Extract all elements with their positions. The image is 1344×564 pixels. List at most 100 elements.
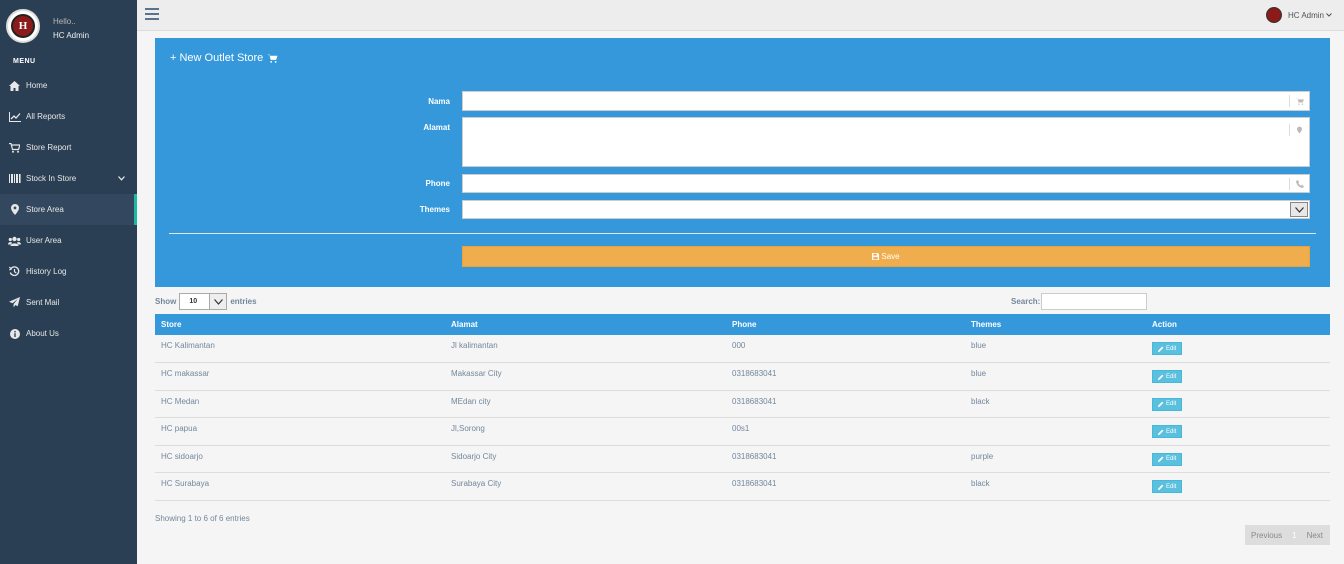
chevron-down-icon (1326, 13, 1332, 17)
column-header-action: Action (1152, 320, 1177, 329)
show-entries: Show 10 entries (155, 293, 257, 310)
edit-button[interactable]: Edit (1152, 480, 1183, 494)
phone-icon (1289, 178, 1309, 190)
save-button[interactable]: Save (462, 246, 1310, 267)
username-text: HC Admin (53, 31, 90, 40)
cell-phone: 0318683041 (732, 451, 777, 461)
column-header-store[interactable]: Store (155, 314, 445, 335)
panel-title: + New Outlet Store (170, 52, 278, 64)
table-row: HC Medan MEdan city 0318683041 black Edi… (155, 390, 1330, 418)
sidebar-item-history-log[interactable]: History Log (0, 256, 137, 287)
column-header-themes[interactable]: Themes (965, 314, 1146, 335)
avatar[interactable]: H (6, 9, 40, 43)
sidebar: H Hello.. HC Admin MENU Home All Reports… (0, 0, 137, 564)
sidebar-item-about-us[interactable]: About Us (0, 318, 137, 349)
pencil-icon (1158, 429, 1164, 435)
cell-store: HC Kalimantan (161, 341, 215, 350)
table-search: Search: (1011, 293, 1148, 310)
paper-plane-icon (8, 297, 21, 308)
pencil-icon (1158, 401, 1164, 408)
user-menu[interactable]: HC Admin (1265, 7, 1332, 23)
stores-table: Store Alamat Phone Themes Action HC Kali… (155, 314, 1330, 501)
pagination: Previous 1 Next (1245, 525, 1330, 545)
edit-button[interactable]: Edit (1152, 425, 1183, 439)
new-outlet-panel: + New Outlet Store Nama Alamat Phone The… (155, 38, 1330, 287)
edit-button[interactable]: Edit (1152, 397, 1183, 411)
nama-label: Nama (428, 97, 450, 106)
menu-title: MENU (13, 58, 36, 65)
next-page-button[interactable]: Next (1301, 531, 1329, 540)
cell-alamat: Jl kalimantan (451, 341, 498, 350)
cell-themes: blue (971, 369, 987, 379)
entries-select[interactable]: 10 (179, 293, 228, 310)
cell-action: Edit (1146, 363, 1330, 391)
form-divider (169, 233, 1316, 234)
sidebar-item-home[interactable]: Home (0, 70, 137, 101)
edit-button-label: Edit (1166, 401, 1177, 408)
sidebar-item-store-report[interactable]: Store Report (0, 132, 137, 163)
entries-value: 10 (189, 298, 198, 305)
cell-themes: blue (971, 341, 987, 350)
sidebar-item-label: User Area (26, 236, 62, 245)
table-row: HC makassar Makassar City 0318683041 blu… (155, 363, 1330, 391)
sidebar-item-label: Store Report (26, 143, 72, 152)
save-button-label: Save (881, 252, 900, 261)
search-input[interactable] (1041, 293, 1148, 310)
user-menu-label: HC Admin (1287, 10, 1324, 20)
alamat-input[interactable] (463, 118, 1309, 166)
previous-page-button[interactable]: Previous (1245, 531, 1288, 540)
show-label: Show (155, 297, 177, 306)
cell-action: Edit (1146, 445, 1330, 473)
map-marker-icon (8, 204, 21, 215)
cell-phone: 0318683041 (732, 479, 777, 489)
themes-label: Themes (419, 205, 450, 214)
cell-themes: purple (971, 451, 994, 461)
sidebar-item-label: Home (26, 81, 48, 90)
column-header-alamat[interactable]: Alamat (445, 314, 726, 335)
cart-icon (1289, 95, 1309, 107)
edit-button-label: Edit (1166, 373, 1177, 380)
nama-input[interactable] (463, 92, 1309, 110)
edit-button[interactable]: Edit (1152, 370, 1183, 384)
cell-phone: 00s1 (732, 424, 750, 434)
cell-themes: black (971, 479, 990, 489)
phone-input[interactable] (463, 175, 1309, 192)
table-row: HC papua Jl,Sorong 00s1 Edit (155, 418, 1330, 446)
cart-icon (8, 142, 21, 153)
cell-action: Edit (1146, 473, 1330, 501)
edit-button[interactable]: Edit (1152, 342, 1183, 355)
edit-button[interactable]: Edit (1152, 452, 1183, 466)
sidebar-item-label: All Reports (26, 112, 66, 121)
cell-phone: 000 (732, 341, 746, 350)
sidebar-item-sent-mail[interactable]: Sent Mail (0, 287, 137, 318)
sidebar-item-user-area[interactable]: User Area (0, 225, 137, 256)
cell-alamat: Jl,Sorong (451, 424, 485, 434)
menu-toggle-icon[interactable] (145, 8, 159, 23)
sidebar-item-label: Store Area (26, 205, 64, 214)
page-number-button[interactable]: 1 (1288, 531, 1300, 540)
cell-store: HC Medan (161, 396, 200, 406)
cell-store: HC papua (161, 424, 198, 434)
cell-store: HC sidoarjo (161, 451, 203, 461)
cell-store: HC Surabaya (161, 479, 210, 489)
sidebar-item-store-area[interactable]: Store Area (0, 194, 137, 225)
sidebar-item-stock-in-store[interactable]: Stock In Store (0, 163, 137, 194)
alamat-label: Alamat (423, 123, 450, 132)
cell-alamat: Sidoarjo City (451, 451, 497, 461)
phone-field[interactable] (462, 174, 1310, 193)
alamat-field[interactable] (462, 117, 1310, 167)
info-icon (8, 328, 21, 339)
cell-action: Edit (1146, 390, 1330, 418)
sidebar-item-label: About Us (26, 329, 59, 338)
column-header-phone[interactable]: Phone (726, 314, 965, 335)
cell-action: Edit (1146, 418, 1330, 446)
cell-alamat: MEdan city (451, 396, 491, 406)
users-icon (8, 236, 21, 246)
themes-select[interactable] (462, 200, 1310, 219)
nama-field[interactable] (462, 91, 1310, 111)
sidebar-item-all-reports[interactable]: All Reports (0, 101, 137, 132)
sidebar-item-label: Sent Mail (26, 298, 60, 307)
brand-logo: H (11, 14, 35, 38)
barcode-icon (8, 174, 21, 183)
chevron-down-icon[interactable] (1290, 202, 1308, 217)
